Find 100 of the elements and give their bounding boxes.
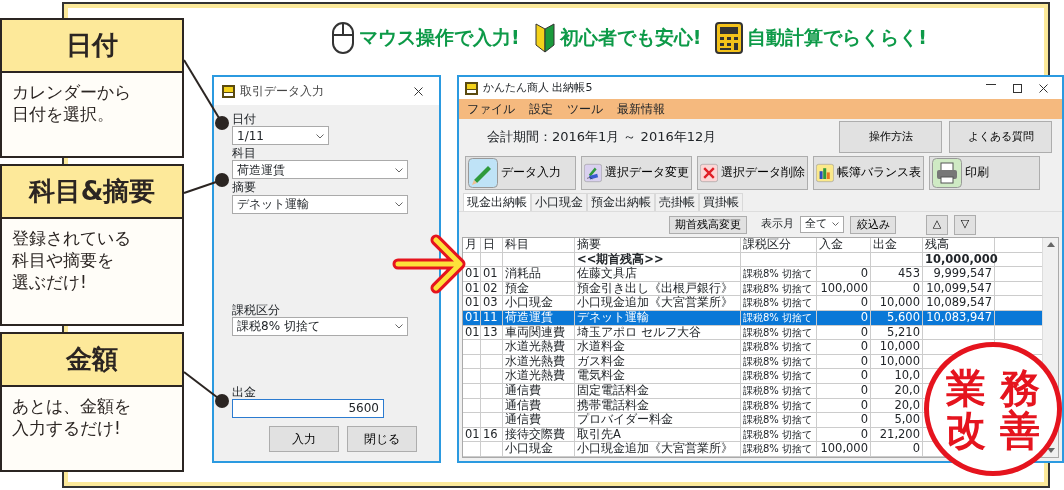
- table-cell: 01: [465, 266, 480, 281]
- table-cell: 預金: [505, 280, 529, 295]
- table-cell: 佐藤文具店: [577, 266, 637, 281]
- table-cell: 01: [483, 266, 498, 281]
- chevron-icon: [395, 202, 403, 208]
- tab[interactable]: 現金出納帳: [463, 193, 531, 211]
- beginner-mark-icon: [533, 22, 556, 53]
- dropdown-field[interactable]: 荷造運賃: [232, 160, 408, 180]
- scroll-up-icon[interactable]: [1046, 242, 1055, 247]
- table-cell: 13: [483, 324, 498, 339]
- tab[interactable]: 小口現金: [531, 193, 587, 211]
- table-cell: 預金引き出し《出根戸銀行》: [577, 280, 733, 295]
- table-cell: 5,210: [887, 324, 920, 339]
- tab[interactable]: 預金出納帳: [587, 193, 655, 211]
- callout-title: 科目&摘要: [2, 166, 182, 219]
- table-cell: 水道光熱費: [505, 339, 565, 354]
- table-cell: 消耗品: [505, 266, 541, 281]
- toolbar-button[interactable]: 選択データ変更: [581, 156, 692, 190]
- table-cell: 0: [860, 353, 868, 368]
- table-cell: 10,099,547: [926, 280, 992, 295]
- table-cell: 02: [483, 280, 498, 295]
- toolbar-button[interactable]: 印刷: [929, 156, 1040, 190]
- table-cell: 453: [898, 266, 920, 281]
- table-cell: 0: [860, 339, 868, 354]
- table-cell: 10,000: [879, 339, 920, 354]
- table-cell: 取引先A: [577, 426, 621, 441]
- callout-text: あとは、金額を: [12, 395, 131, 418]
- field-label: 科目: [232, 147, 257, 161]
- table-cell: 11: [483, 309, 498, 324]
- dialog-button[interactable]: 入力: [269, 425, 339, 452]
- menu-item[interactable]: 設定: [529, 100, 553, 118]
- table-cell: 0: [912, 280, 920, 295]
- callout-title: 金額: [2, 334, 182, 387]
- table-cell: ガス料金: [577, 353, 625, 368]
- help-button[interactable]: よくある質問: [949, 121, 1052, 153]
- amount-field[interactable]: 5600: [232, 398, 384, 418]
- table-cell: 通信費: [505, 382, 541, 397]
- menu-item[interactable]: 最新情報: [617, 100, 665, 118]
- close-icon[interactable]: [413, 86, 423, 96]
- callout-text: 入力するだけ!: [12, 417, 121, 440]
- table-cell: 課税8% 切捨て: [743, 370, 813, 382]
- table-cell: 01: [465, 324, 480, 339]
- table-cell: 10,083,947: [926, 309, 992, 324]
- tab[interactable]: 売掛帳: [655, 193, 699, 211]
- menu-item[interactable]: ファイル: [467, 100, 515, 118]
- toolbar-button[interactable]: 帳簿バランス表: [813, 156, 924, 190]
- app-icon: [222, 84, 235, 98]
- mouse-icon: [331, 20, 355, 55]
- down-button[interactable]: ▽: [954, 214, 976, 235]
- toolbar-button[interactable]: 選択データ削除: [697, 156, 808, 190]
- chevron-icon: [395, 324, 403, 330]
- table-cell: 通信費: [505, 397, 541, 412]
- tab[interactable]: 買掛帳: [699, 193, 743, 211]
- table-cell: 0: [860, 382, 868, 397]
- callout-text: 科目や摘要を: [12, 249, 114, 272]
- table-cell: 課税8% 切捨て: [743, 297, 813, 309]
- table-cell: 5,600: [887, 309, 920, 324]
- opening-balance-button[interactable]: 期首残高変更: [669, 215, 747, 234]
- help-button[interactable]: 操作方法: [839, 121, 942, 153]
- column-header: 月: [463, 238, 481, 252]
- table-cell: 10,000: [879, 295, 920, 310]
- table-cell: 16: [483, 426, 498, 441]
- dialog-button[interactable]: 閉じる: [347, 425, 417, 452]
- dropdown-field[interactable]: 課税8% 切捨て: [232, 316, 408, 336]
- table-cell: 01: [465, 426, 480, 441]
- up-button[interactable]: △: [926, 214, 948, 235]
- table-cell: 固定電話料金: [577, 382, 649, 397]
- table-cell: 0: [912, 441, 920, 456]
- maximize-icon[interactable]: [1012, 83, 1022, 93]
- table-cell: 埼玉アポロ セルフ大谷: [577, 324, 701, 339]
- table-cell: 01: [465, 309, 480, 324]
- table-cell: 9,999,547: [933, 266, 992, 281]
- table-cell: 100,000: [820, 441, 868, 456]
- app-icon: [465, 81, 478, 95]
- table-cell: 課税8% 切捨て: [743, 384, 813, 396]
- table-cell: 課税8% 切捨て: [743, 311, 813, 323]
- close-icon[interactable]: [1038, 83, 1048, 93]
- table-cell: 課税8% 切捨て: [743, 268, 813, 280]
- table-cell: 接待交際費: [505, 426, 565, 441]
- table-cell: <<期首残高>>: [577, 251, 664, 266]
- callout-text: 登録されている: [12, 227, 131, 250]
- table-cell: 10,0: [894, 368, 920, 383]
- menu-item[interactable]: ツール: [567, 100, 603, 118]
- toolbar-button[interactable]: データ入力: [465, 156, 576, 190]
- headline-text: 自動計算でらくらく!: [747, 25, 927, 51]
- filter-button[interactable]: 絞込み: [850, 215, 896, 234]
- minimize-icon[interactable]: [986, 83, 996, 85]
- window-title: かんたん商人 出納帳5: [483, 79, 593, 96]
- dialog-title: 取引データ入力: [240, 83, 324, 100]
- table-cell: 0: [860, 412, 868, 427]
- column-header: 入金: [817, 238, 871, 252]
- month-dropdown[interactable]: 全て: [800, 216, 844, 233]
- table-cell: 0: [860, 397, 868, 412]
- pencil-icon: [468, 158, 498, 188]
- field-label: 課税区分: [232, 303, 281, 317]
- date-field[interactable]: 1/11: [232, 126, 329, 146]
- field-label: 摘要: [232, 181, 257, 195]
- table-cell: 5,00: [894, 412, 920, 427]
- column-header: 残高: [923, 238, 995, 252]
- dropdown-field[interactable]: デネット運輸: [232, 194, 408, 214]
